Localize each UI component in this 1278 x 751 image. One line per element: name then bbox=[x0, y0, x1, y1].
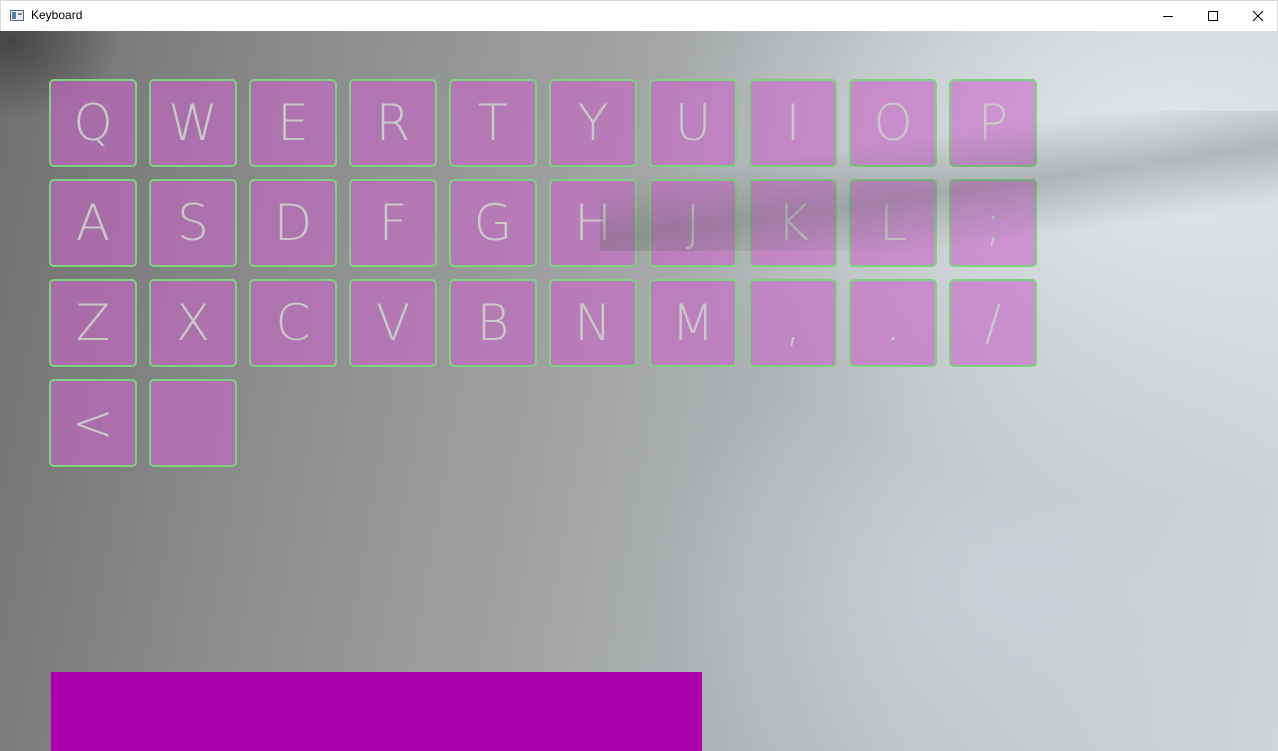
key-button[interactable]: T bbox=[449, 79, 537, 167]
key-label: M bbox=[671, 294, 715, 352]
key-label: D bbox=[273, 194, 313, 252]
key-label: ; bbox=[984, 194, 1002, 252]
key-label: / bbox=[984, 294, 1002, 352]
key-button[interactable]: L bbox=[849, 179, 937, 267]
key-label: L bbox=[879, 194, 907, 252]
key-button[interactable]: Q bbox=[49, 79, 137, 167]
maximize-icon bbox=[1208, 11, 1218, 21]
key-button[interactable]: N bbox=[549, 279, 637, 367]
key-button[interactable]: W bbox=[149, 79, 237, 167]
key-button[interactable]: O bbox=[849, 79, 937, 167]
key-label: < bbox=[72, 394, 114, 452]
key-button[interactable]: S bbox=[149, 179, 237, 267]
key-label bbox=[151, 381, 235, 465]
minimize-button[interactable] bbox=[1145, 1, 1191, 31]
app-icon bbox=[10, 10, 24, 21]
key-label: J bbox=[685, 194, 701, 252]
key-label: I bbox=[785, 94, 801, 152]
key-label: W bbox=[168, 94, 218, 152]
key-label: F bbox=[378, 194, 408, 252]
key-label: K bbox=[776, 194, 810, 252]
key-button[interactable]: ; bbox=[949, 179, 1037, 267]
key-button[interactable]: C bbox=[249, 279, 337, 367]
key-button[interactable]: . bbox=[849, 279, 937, 367]
key-button[interactable]: G bbox=[449, 179, 537, 267]
key-label: R bbox=[375, 94, 411, 152]
close-button[interactable] bbox=[1235, 1, 1278, 31]
title-bar: Keyboard bbox=[0, 0, 1278, 31]
key-label: C bbox=[275, 294, 311, 352]
key-label: T bbox=[477, 94, 509, 152]
key-button[interactable]: K bbox=[749, 179, 837, 267]
key-button[interactable]: , bbox=[749, 279, 837, 367]
minimize-icon bbox=[1163, 16, 1173, 17]
key-label: X bbox=[175, 294, 211, 352]
key-label: Q bbox=[73, 94, 113, 152]
key-button[interactable]: R bbox=[349, 79, 437, 167]
key-label: V bbox=[375, 294, 411, 352]
key-label: Y bbox=[577, 94, 609, 152]
key-button[interactable]: F bbox=[349, 179, 437, 267]
key-button[interactable]: Y bbox=[549, 79, 637, 167]
camera-view: Q W E R T Y U I O P A S D F G H J K L; Z X C V B N M,. / < bbox=[0, 31, 1278, 751]
key-label: B bbox=[476, 294, 510, 352]
key-button[interactable]: X bbox=[149, 279, 237, 367]
text-output-box bbox=[51, 672, 702, 751]
key-button[interactable]: H bbox=[549, 179, 637, 267]
key-button[interactable]: J bbox=[649, 179, 737, 267]
key-label: S bbox=[177, 194, 209, 252]
key-button[interactable] bbox=[149, 379, 237, 467]
key-button[interactable]: E bbox=[249, 79, 337, 167]
key-label: N bbox=[574, 294, 612, 352]
key-button[interactable]: V bbox=[349, 279, 437, 367]
key-button[interactable]: / bbox=[949, 279, 1037, 367]
key-label: Z bbox=[75, 294, 111, 352]
key-label: . bbox=[885, 294, 901, 352]
close-icon bbox=[1252, 10, 1264, 22]
key-label: E bbox=[277, 94, 309, 152]
key-button[interactable]: I bbox=[749, 79, 837, 167]
maximize-button[interactable] bbox=[1190, 1, 1236, 31]
key-button[interactable]: A bbox=[49, 179, 137, 267]
key-label: P bbox=[977, 94, 1009, 152]
window-title: Keyboard bbox=[31, 8, 83, 22]
key-label: , bbox=[785, 294, 801, 352]
key-button[interactable]: < bbox=[49, 379, 137, 467]
key-button[interactable]: U bbox=[649, 79, 737, 167]
key-label: G bbox=[473, 194, 513, 252]
key-label: A bbox=[75, 194, 111, 252]
key-label: H bbox=[574, 194, 612, 252]
key-label: U bbox=[674, 94, 712, 152]
key-button[interactable]: D bbox=[249, 179, 337, 267]
key-button[interactable]: B bbox=[449, 279, 537, 367]
key-label: O bbox=[873, 94, 913, 152]
key-button[interactable]: Z bbox=[49, 279, 137, 367]
key-button[interactable]: M bbox=[649, 279, 737, 367]
key-button[interactable]: P bbox=[949, 79, 1037, 167]
